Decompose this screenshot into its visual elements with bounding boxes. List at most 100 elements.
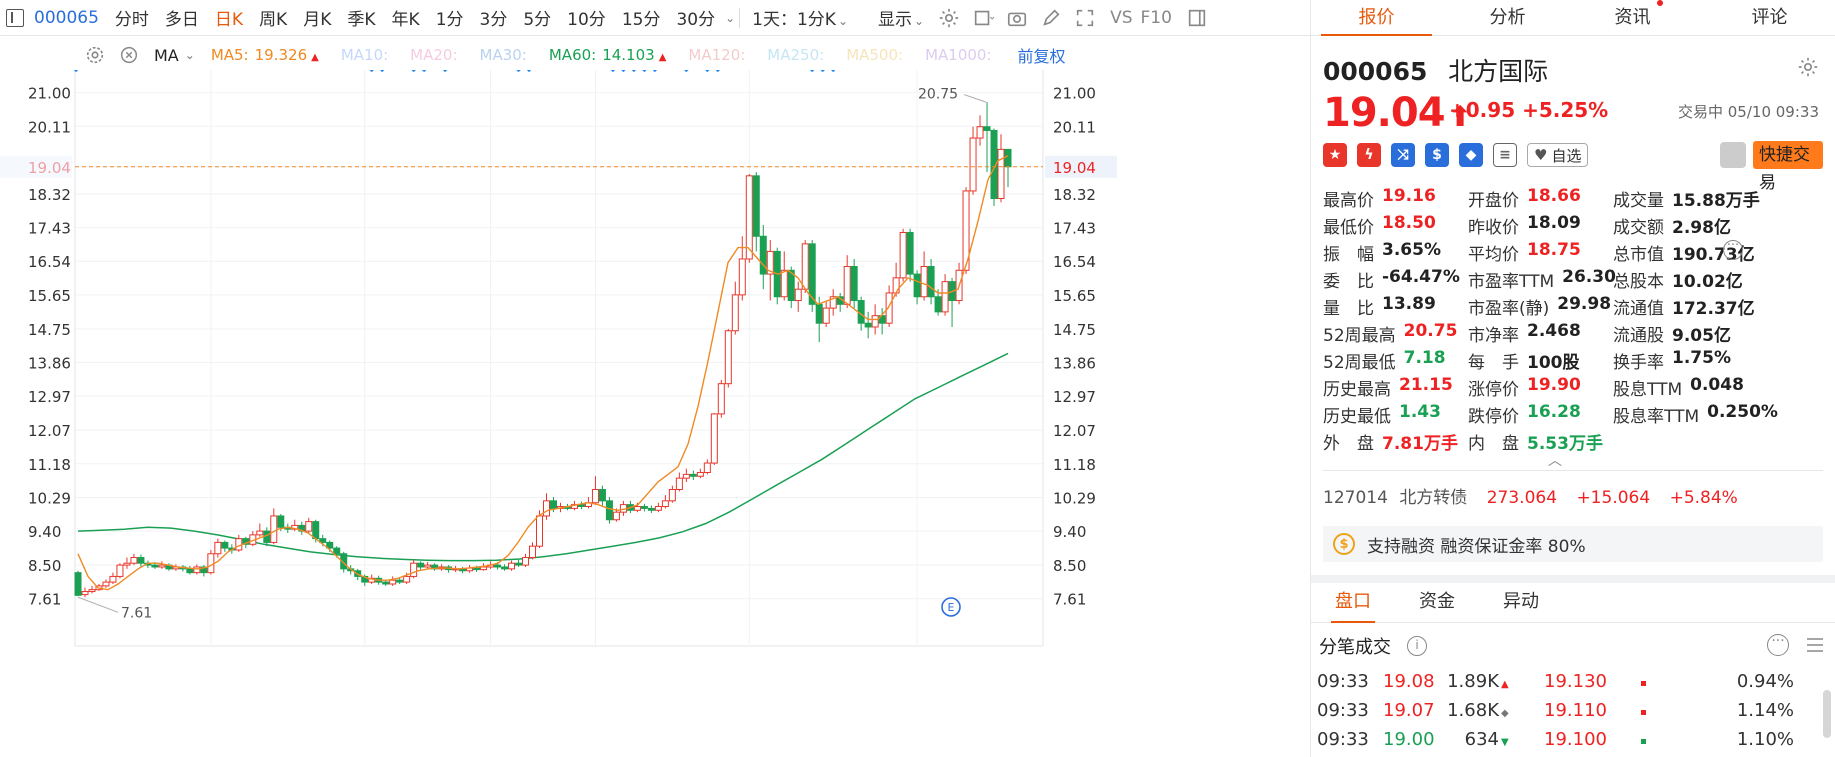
event-diamond[interactable] <box>703 70 712 73</box>
shuffle-icon[interactable]: ⤨ <box>1391 143 1415 167</box>
more-icon[interactable]: ··· <box>1723 239 1743 260</box>
adjust-mode-button[interactable]: 前复权 <box>1018 43 1066 67</box>
quick-trade-button[interactable]: 快捷交易 <box>1753 141 1823 193</box>
detail-tab[interactable]: 异动 <box>1479 583 1563 622</box>
event-diamond[interactable] <box>440 70 450 73</box>
y-tick-label-left: 10.29 <box>28 489 71 507</box>
detail-tab[interactable]: 资金 <box>1395 583 1479 622</box>
ma-value: 19.326 <box>254 46 308 64</box>
period-tab[interactable]: 30分 <box>668 5 723 30</box>
flash-icon[interactable]: ϟ <box>1357 143 1381 167</box>
event-diamond[interactable] <box>650 70 660 73</box>
y-tick-label-right: 21.00 <box>1053 85 1096 103</box>
period-tab[interactable]: 15分 <box>614 5 669 30</box>
ma-legend-item[interactable]: MA250: <box>767 46 824 64</box>
period-tab[interactable]: 多日 <box>157 5 207 30</box>
event-diamond[interactable] <box>608 70 618 73</box>
ticks-more-icon[interactable]: ··· <box>1767 634 1789 656</box>
quote-tab-label: 报价 <box>1358 7 1395 28</box>
stat-value: 19.90 <box>1527 375 1581 395</box>
ma-legend-item[interactable]: MA30: <box>480 46 527 64</box>
fullscreen-icon[interactable] <box>1070 3 1100 33</box>
event-diamond[interactable] <box>71 70 81 73</box>
event-diamond[interactable] <box>818 70 827 73</box>
ma-type-select[interactable]: MA <box>154 46 179 65</box>
quote-tab[interactable]: 报价 <box>1311 0 1442 36</box>
draw-box-icon[interactable] <box>968 3 998 33</box>
ma-legend-item[interactable]: MA120: <box>688 46 745 64</box>
margin-info[interactable]: $ 支持融资 融资保证金率 80% <box>1323 526 1823 562</box>
quote-tab[interactable]: 分析 <box>1442 0 1573 35</box>
stat-cell: 成交量 15.88万手 <box>1613 186 1783 213</box>
period-tab[interactable]: 月K <box>295 5 339 30</box>
kline-chart[interactable]: 21.0021.0020.1120.1119.0419.0418.3218.32… <box>0 70 1230 650</box>
period-tab[interactable]: 3分 <box>472 5 516 30</box>
ma-name: MA60: <box>548 46 597 64</box>
event-diamond[interactable] <box>419 70 429 73</box>
event-diamond[interactable] <box>524 70 534 73</box>
period-tab[interactable]: 5分 <box>515 5 559 30</box>
event-diamond[interactable] <box>629 70 639 73</box>
period-tab[interactable]: 分时 <box>107 5 157 30</box>
tag-icon[interactable]: ◆ <box>1459 143 1483 167</box>
period-tab[interactable]: 年K <box>384 5 428 30</box>
stock-code-label[interactable]: 000065 <box>32 8 107 28</box>
ma-legend-item[interactable]: MA500: <box>846 46 903 64</box>
candle-body <box>501 566 509 570</box>
event-diamond[interactable] <box>713 70 723 73</box>
pencil-icon[interactable] <box>1036 3 1066 33</box>
panel-toggle-icon[interactable] <box>1182 3 1212 33</box>
event-marker-icon[interactable]: E <box>940 596 962 618</box>
period-tab[interactable]: 日K <box>207 5 251 30</box>
stock-header: 000065 北方国际 <box>1323 52 1560 88</box>
candle-body <box>794 288 802 302</box>
event-diamond[interactable] <box>807 70 817 73</box>
event-diamond[interactable] <box>682 70 691 73</box>
event-diamond[interactable] <box>828 70 838 73</box>
convertible-bond-row[interactable]: 127014 北方转债 273.064 +15.064 +5.84% <box>1323 483 1752 508</box>
event-diamond[interactable] <box>619 70 628 73</box>
ma-settings-gear-icon[interactable] <box>80 40 110 70</box>
period-tab[interactable]: 季K <box>339 5 383 30</box>
tick-volume: 1.68K <box>1447 700 1499 721</box>
ma-legend-item[interactable]: MA5: 19.326 ▲ <box>211 46 319 64</box>
add-watchlist-button[interactable]: ♥ 自选 <box>1527 143 1589 167</box>
info-icon[interactable]: i <box>1407 636 1427 656</box>
stat-cell: 外 盘 7.81万手 <box>1323 429 1468 456</box>
ma-legend-item[interactable]: MA10: <box>341 46 388 64</box>
dollar-icon[interactable]: $ <box>1425 143 1449 167</box>
f10-button[interactable]: F10 <box>1140 8 1179 28</box>
collapse-chevron-icon[interactable]: ︿ <box>1548 450 1562 470</box>
quote-tab[interactable]: 资讯 <box>1573 0 1704 35</box>
intraday-combo-select[interactable]: 1天：1分K ⌄ <box>744 5 856 30</box>
ma-close-icon[interactable] <box>114 40 144 70</box>
period-tab[interactable]: 1分 <box>428 5 472 30</box>
quote-tab[interactable]: 评论 <box>1704 0 1835 35</box>
event-diamond[interactable] <box>377 70 387 73</box>
ma-legend-item[interactable]: MA20: <box>410 46 457 64</box>
event-diamond[interactable] <box>640 70 649 73</box>
document-icon[interactable]: ≡ <box>1493 143 1517 167</box>
candle-body <box>508 562 516 570</box>
camera-icon[interactable] <box>1002 3 1032 33</box>
event-diamond[interactable] <box>409 70 418 73</box>
ma-legend-item[interactable]: MA60: 14.103 ▲ <box>549 46 667 64</box>
period-more-chevron-icon[interactable]: ⌄ <box>725 11 735 25</box>
detail-tab[interactable]: 盘口 <box>1311 583 1395 623</box>
period-tab[interactable]: 10分 <box>559 5 614 30</box>
bell-icon[interactable] <box>1720 142 1746 168</box>
vs-compare-button[interactable]: VS <box>1102 8 1140 28</box>
ma-legend-item[interactable]: MA1000: <box>925 46 991 64</box>
quote-settings-gear-icon[interactable] <box>1797 56 1819 78</box>
china-flag-icon[interactable]: ★ <box>1323 143 1347 167</box>
event-diamond[interactable] <box>514 70 523 73</box>
settings-gear-icon[interactable] <box>934 3 964 33</box>
list-icon[interactable] <box>1805 636 1825 654</box>
event-diamond[interactable] <box>367 70 376 73</box>
sidebar-toggle-icon[interactable] <box>6 8 24 27</box>
period-tab[interactable]: 周K <box>251 5 295 30</box>
scrollbar[interactable] <box>1823 690 1831 738</box>
display-select[interactable]: 显示 ⌄ <box>870 5 932 30</box>
chevron-down-icon[interactable]: ⌄ <box>185 48 195 62</box>
candle-body <box>689 473 697 477</box>
